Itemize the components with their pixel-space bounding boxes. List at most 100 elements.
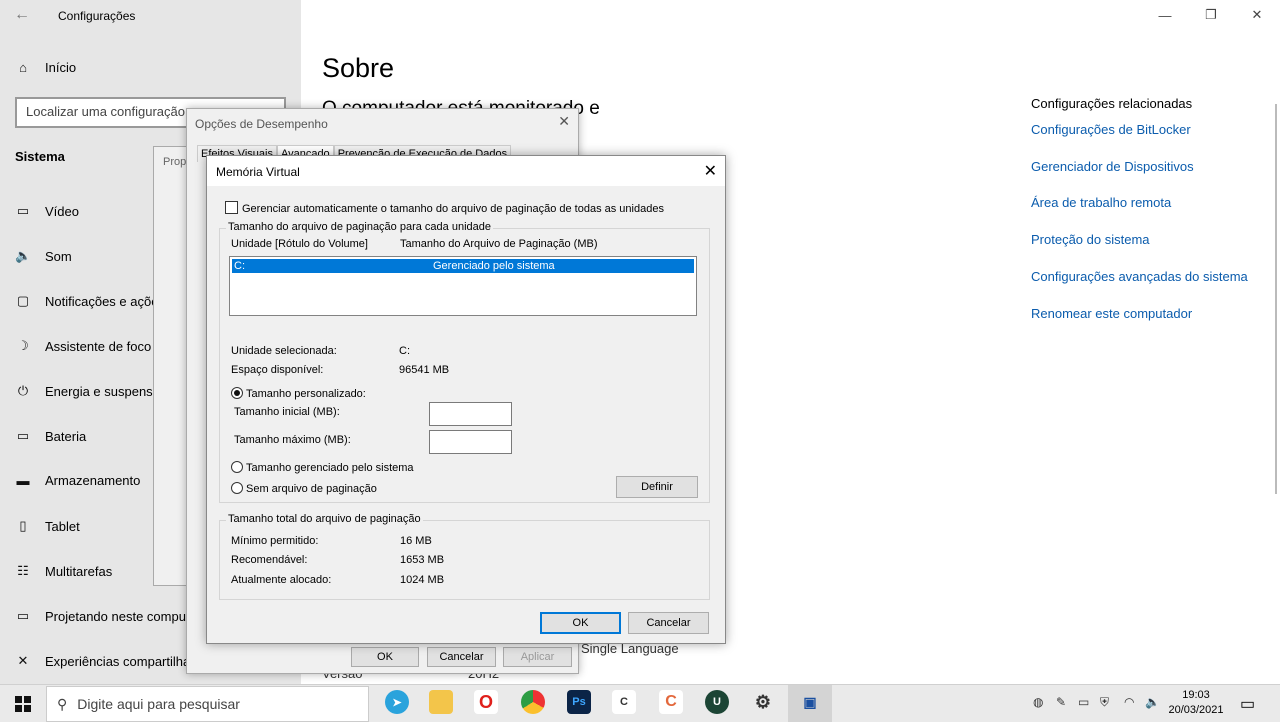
table-row[interactable]: C: Gerenciado pelo sistema <box>232 259 694 273</box>
col-drive-header: Unidade [Rótulo do Volume] <box>231 238 368 250</box>
power-icon: ⏻ <box>17 383 29 398</box>
ok-button[interactable]: OK <box>540 612 621 634</box>
current-allocated-value: 1024 MB <box>400 574 445 586</box>
virtual-memory-dialog: Memória Virtual ✕ Gerenciar automaticame… <box>206 155 726 644</box>
related-settings-title: Configurações relacionadas <box>1031 96 1193 111</box>
link-device-manager[interactable]: Gerenciador de Dispositivos <box>1031 159 1194 174</box>
perf-apply-button[interactable]: Aplicar <box>503 647 572 667</box>
taskbar-clock[interactable]: 19:03 20/03/2021 <box>1168 688 1224 718</box>
selected-drive-value: C: <box>399 345 410 357</box>
telegram-icon[interactable]: ➤ <box>385 690 409 714</box>
opera-icon[interactable]: O <box>474 690 498 714</box>
close-icon[interactable]: ✕ <box>704 161 717 181</box>
monitor-icon: ▭ <box>16 203 30 218</box>
nav-item-label: Armazenamento <box>45 473 141 488</box>
shared-icon: ✕ <box>17 653 29 668</box>
nav-item-label: Bateria <box>45 428 87 444</box>
clock-date: 20/03/2021 <box>1168 704 1224 716</box>
auto-manage-checkbox[interactable]: Gerenciar automaticamente o tamanho do a… <box>225 201 664 215</box>
radio-no-paging[interactable]: Sem arquivo de paginação <box>231 482 377 495</box>
nav-item-label: Assistente de foco <box>45 338 152 354</box>
initial-size-input[interactable] <box>429 402 512 426</box>
system-properties-title: Prop <box>163 156 187 168</box>
nav-home[interactable]: ⌂ Início <box>15 60 76 75</box>
max-size-input[interactable] <box>429 430 512 454</box>
back-arrow-icon[interactable]: ← <box>14 6 30 24</box>
restore-icon[interactable]: ❐ <box>1188 0 1234 30</box>
app-title: Configurações <box>58 9 136 23</box>
checkbox-box[interactable] <box>225 201 238 214</box>
projector-icon: ▭ <box>16 608 30 623</box>
chrome-icon[interactable] <box>521 690 545 714</box>
nav-item-label: Vídeo <box>45 203 79 219</box>
search-icon: ⚲ <box>57 695 68 712</box>
cancel-button[interactable]: Cancelar <box>628 612 709 634</box>
link-bitlocker[interactable]: Configurações de BitLocker <box>1031 122 1191 137</box>
link-advanced-system-settings[interactable]: Configurações avançadas do sistema <box>1031 269 1248 284</box>
perf-ok-button[interactable]: OK <box>351 647 419 667</box>
radio-button[interactable] <box>231 482 243 494</box>
taskbar: ⚲ Digite aqui para pesquisar ➤ O Ps C C … <box>0 684 1280 722</box>
security-shield-icon[interactable]: ⛨ <box>1100 695 1109 710</box>
volume-icon[interactable]: 🔈 <box>1145 695 1160 709</box>
free-space-label: Espaço disponível: <box>231 364 324 376</box>
col-size-header: Tamanho do Arquivo de Paginação (MB) <box>400 238 598 250</box>
set-button[interactable]: Definir <box>616 476 698 498</box>
row-drive: C: <box>234 260 245 272</box>
row-size: Gerenciado pelo sistema <box>433 260 555 272</box>
scrollbar[interactable] <box>1275 104 1277 494</box>
initial-size-label: Tamanho inicial (MB): <box>234 406 340 418</box>
taskbar-search-input[interactable]: ⚲ Digite aqui para pesquisar <box>46 686 369 722</box>
total-size-group-label: Tamanho total do arquivo de paginação <box>226 513 423 525</box>
upwork-icon[interactable]: U <box>705 690 729 714</box>
min-allowed-label: Mínimo permitido: <box>231 535 319 547</box>
notification-center-icon[interactable]: ▭ <box>1240 694 1255 714</box>
nav-item-label: Notificações e ações <box>45 293 165 309</box>
min-allowed-value: 16 MB <box>400 535 432 547</box>
radio-no-paging-label: Sem arquivo de paginação <box>246 483 377 495</box>
wifi-icon[interactable]: ◠ <box>1124 695 1134 709</box>
drive-listbox[interactable]: C: Gerenciado pelo sistema <box>229 256 697 316</box>
link-rename-pc[interactable]: Renomear este computador <box>1031 306 1192 321</box>
close-icon[interactable]: ✕ <box>558 113 570 130</box>
notification-icon: ▢ <box>16 293 30 308</box>
page-title: Sobre <box>322 53 395 83</box>
file-explorer-icon[interactable] <box>429 690 453 714</box>
radio-system-label: Tamanho gerenciado pelo sistema <box>246 462 414 474</box>
multitasking-icon: ☷ <box>17 563 29 578</box>
ccleaner-icon[interactable]: C <box>612 690 636 714</box>
nav-item-label: Tablet <box>45 518 80 534</box>
radio-button[interactable] <box>231 461 243 473</box>
auto-manage-label: Gerenciar automaticamente o tamanho do a… <box>242 203 664 215</box>
moon-icon: ☽ <box>17 338 29 353</box>
taskbar-search-placeholder: Digite aqui para pesquisar <box>77 696 240 712</box>
home-icon: ⌂ <box>19 60 27 75</box>
network-globe-icon[interactable]: ◍ <box>1033 695 1043 709</box>
photoshop-icon[interactable]: Ps <box>567 690 591 714</box>
performance-dialog-title: Opções de Desempenho <box>195 117 328 131</box>
close-icon[interactable]: ✕ <box>1234 0 1280 30</box>
radio-system-managed[interactable]: Tamanho gerenciado pelo sistema <box>231 461 414 474</box>
radio-button[interactable] <box>231 387 243 399</box>
vm-titlebar: Memória Virtual ✕ <box>207 156 725 186</box>
system-properties-icon[interactable]: ▣ <box>798 690 822 714</box>
battery-tray-icon[interactable]: ▭ <box>1078 695 1089 709</box>
tray-app-icon[interactable]: ✎ <box>1056 695 1066 709</box>
start-button[interactable] <box>0 685 46 722</box>
link-remote-desktop[interactable]: Área de trabalho remota <box>1031 195 1171 210</box>
per-drive-group-label: Tamanho do arquivo de paginação para cad… <box>226 221 493 233</box>
battery-icon: ▭ <box>16 428 30 443</box>
free-space-value: 96541 MB <box>399 364 450 376</box>
chrome-canary-icon[interactable]: C <box>659 690 683 714</box>
nav-home-label: Início <box>45 60 77 75</box>
settings-gear-icon[interactable]: ⚙ <box>751 690 775 714</box>
radio-custom-size[interactable]: Tamanho personalizado: <box>231 387 366 400</box>
link-system-protection[interactable]: Proteção do sistema <box>1031 232 1150 247</box>
selected-drive-label: Unidade selecionada: <box>231 345 337 357</box>
minimize-icon[interactable]: — <box>1142 0 1188 30</box>
vm-title: Memória Virtual <box>216 165 300 179</box>
radio-custom-label: Tamanho personalizado: <box>246 388 366 400</box>
nav-item-label: Energia e suspensão <box>45 383 168 399</box>
perf-cancel-button[interactable]: Cancelar <box>427 647 496 667</box>
window-controls: — ❐ ✕ <box>1142 0 1280 30</box>
